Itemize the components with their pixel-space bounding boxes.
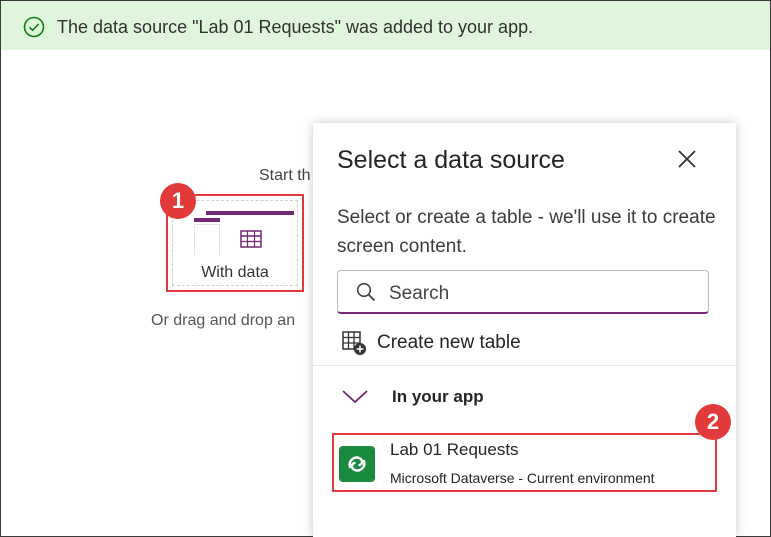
search-input[interactable]: Search xyxy=(337,270,709,314)
step-badge-2: 2 xyxy=(695,404,731,440)
search-placeholder: Search xyxy=(389,283,450,304)
success-banner: The data source "Lab 01 Requests" was ad… xyxy=(1,1,770,50)
section-label: In your app xyxy=(392,387,484,406)
divider xyxy=(313,365,736,366)
tile-label: With data xyxy=(201,264,269,281)
step-badge-1: 1 xyxy=(160,183,196,219)
panel-title: Select a data source xyxy=(337,146,565,174)
data-source-panel: Select a data source Select or create a … xyxy=(313,123,736,537)
data-source-subtitle: Microsoft Dataverse - Current environmen… xyxy=(390,470,655,486)
check-circle-icon xyxy=(23,16,45,38)
dataverse-icon xyxy=(339,446,375,482)
close-icon[interactable] xyxy=(675,147,699,171)
data-source-item-lab-01-requests[interactable]: Lab 01 Requests Microsoft Dataverse - Cu… xyxy=(332,433,717,492)
create-new-table-label: Create new table xyxy=(377,332,521,353)
create-new-table-button[interactable]: Create new table xyxy=(341,329,521,357)
start-text: Start th xyxy=(259,167,311,184)
data-source-name: Lab 01 Requests xyxy=(390,440,519,459)
chevron-down-icon xyxy=(342,390,368,404)
panel-description: Select or create a table - we'll use it … xyxy=(337,207,716,257)
banner-message: The data source "Lab 01 Requests" was ad… xyxy=(57,17,534,37)
tile-side-bar xyxy=(194,218,220,222)
search-icon xyxy=(356,282,376,302)
drag-drop-text: Or drag and drop an xyxy=(151,312,296,329)
table-grid-icon xyxy=(240,230,262,248)
add-table-icon xyxy=(342,331,366,355)
tile-header-bar xyxy=(206,211,294,215)
tile-side-panel xyxy=(194,224,220,255)
